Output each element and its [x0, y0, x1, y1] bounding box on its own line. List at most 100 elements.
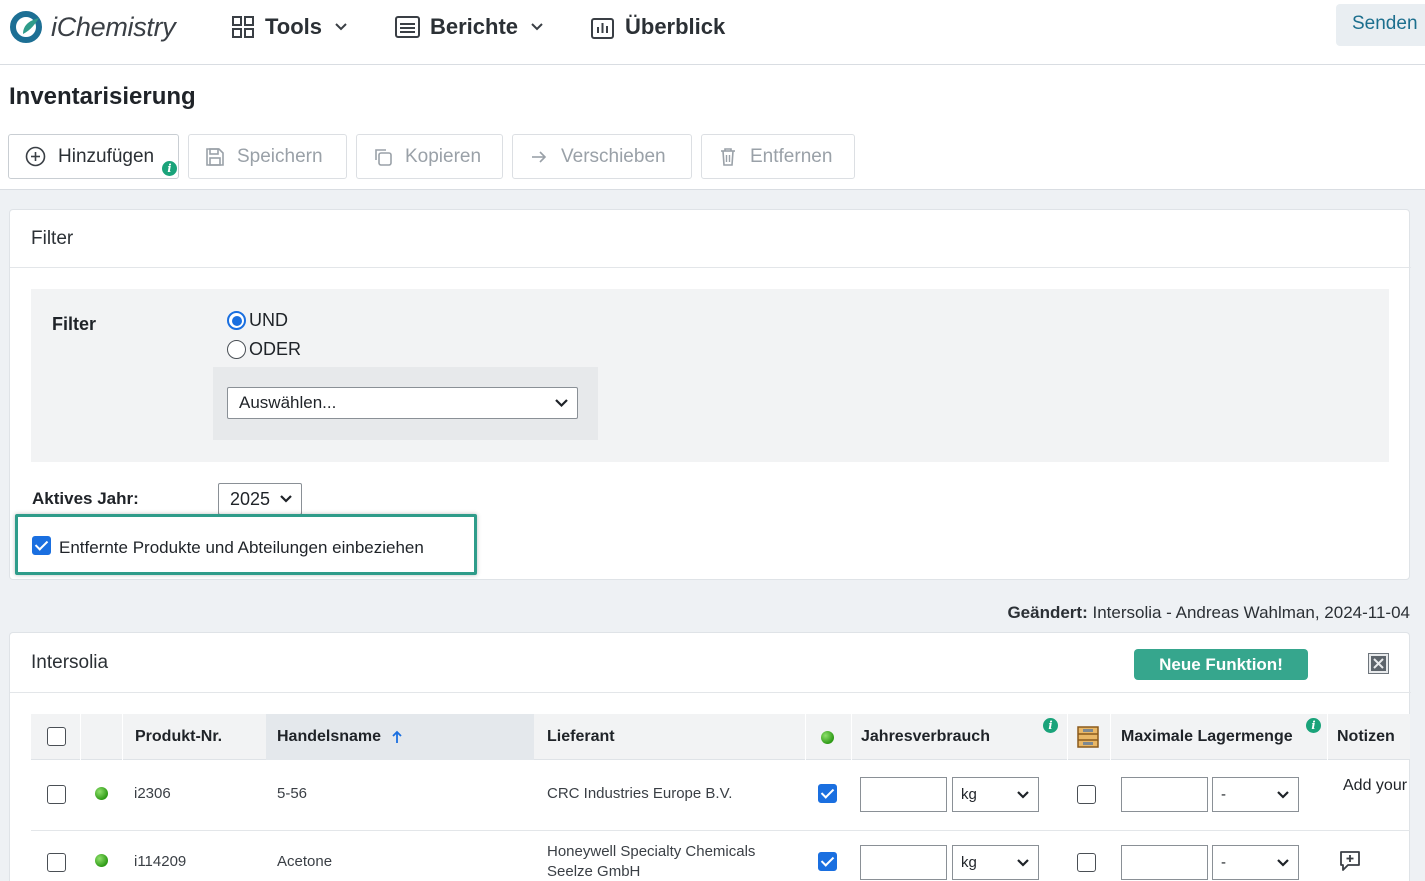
radio-and-label: UND: [249, 310, 288, 330]
annual-use-unit-select[interactable]: kg: [952, 777, 1039, 812]
column-header-product-no[interactable]: Produkt-Nr.: [135, 714, 222, 760]
include-removed-highlight: Entfernte Produkte und Abteilungen einbe…: [15, 514, 477, 575]
supplier-line-2: Seelze GmbH: [547, 863, 641, 880]
info-icon[interactable]: i: [1043, 718, 1058, 733]
top-navbar: iChemistry Tools Berichte Überblick Send…: [0, 0, 1425, 65]
trade-name[interactable]: 5-56: [277, 785, 307, 802]
grid-icon: [232, 16, 254, 38]
column-divider: [1327, 714, 1328, 760]
storage-unit-value: -: [1221, 786, 1226, 803]
note-text[interactable]: Add your: [1343, 777, 1410, 795]
nav-reports[interactable]: Berichte: [395, 12, 554, 42]
status-dot-icon: [821, 731, 834, 744]
copy-button-label: Kopieren: [405, 145, 482, 167]
plus-circle-icon: [25, 146, 46, 167]
radio-or-control[interactable]: [227, 340, 246, 359]
active-checkbox[interactable]: [818, 784, 837, 803]
filter-select-wrapper: Auswählen...: [213, 367, 598, 440]
info-icon[interactable]: i: [1306, 718, 1321, 733]
app-name: iChemistry: [51, 12, 176, 43]
trade-name[interactable]: Acetone: [277, 853, 332, 870]
brand[interactable]: iChemistry: [9, 10, 176, 44]
save-button-label: Speichern: [237, 145, 323, 167]
copy-button[interactable]: Kopieren: [356, 134, 503, 179]
max-storage-unit-select[interactable]: -: [1212, 777, 1299, 812]
column-divider: [1067, 714, 1068, 760]
filter-card-title: Filter: [31, 228, 74, 249]
copy-icon: [375, 148, 392, 166]
last-changed: Geändert: Intersolia - Andreas Wahlman, …: [1007, 603, 1410, 623]
radio-and[interactable]: UND: [227, 310, 288, 331]
row-checkbox[interactable]: [47, 853, 66, 872]
active-checkbox[interactable]: [818, 852, 837, 871]
max-storage-unit-select[interactable]: -: [1212, 845, 1299, 880]
floppy-disk-icon: [206, 147, 224, 166]
storage-checkbox[interactable]: [1077, 785, 1096, 804]
table-header: Produkt-Nr. Handelsname Lieferant Jahres…: [31, 714, 1410, 760]
storage-unit-value: -: [1221, 854, 1226, 871]
column-divider: [1110, 714, 1111, 760]
table-row[interactable]: i2306 5-56 CRC Industries Europe B.V. kg…: [31, 760, 1410, 831]
add-button[interactable]: Hinzufügen i: [8, 134, 179, 179]
ichemistry-logo-icon: [10, 11, 42, 43]
max-storage-input[interactable]: [1121, 777, 1208, 812]
column-header-supplier[interactable]: Lieferant: [547, 714, 615, 760]
status-dot-icon: [95, 787, 108, 800]
row-checkbox[interactable]: [47, 785, 66, 804]
send-button[interactable]: Senden: [1336, 4, 1425, 46]
trade-name-header-label: Handelsname: [277, 728, 382, 745]
active-year-select[interactable]: 2025: [218, 483, 302, 515]
page-title: Inventarisierung: [9, 83, 196, 110]
add-note-icon[interactable]: [1338, 849, 1362, 873]
chevron-down-icon: [1277, 859, 1289, 867]
bar-chart-icon: [591, 17, 614, 39]
last-changed-label: Geändert:: [1007, 603, 1088, 622]
nav-overview[interactable]: Überblick: [590, 12, 725, 42]
storage-shelf-icon: [1077, 726, 1099, 748]
nav-tools-label: Tools: [265, 14, 323, 39]
chevron-down-icon: [1017, 859, 1029, 867]
excel-export-icon[interactable]: [1368, 653, 1389, 674]
info-icon[interactable]: i: [162, 161, 177, 176]
column-header-trade-name[interactable]: Handelsname: [266, 714, 534, 760]
unit-value: kg: [961, 854, 977, 871]
new-feature-button[interactable]: Neue Funktion!: [1134, 649, 1308, 680]
storage-checkbox[interactable]: [1077, 853, 1096, 872]
product-no: i114209: [134, 853, 187, 870]
max-storage-input[interactable]: [1121, 845, 1208, 880]
card-divider: [10, 692, 1411, 693]
radio-or-label: ODER: [249, 339, 302, 359]
filter-box: Filter UND ODER Auswählen...: [31, 289, 1389, 462]
nav-overview-label: Überblick: [625, 14, 726, 39]
chevron-down-icon: [531, 23, 543, 31]
nav-reports-label: Berichte: [430, 14, 519, 39]
column-header-max-storage[interactable]: Maximale Lagermenge: [1121, 714, 1293, 760]
select-all-checkbox[interactable]: [47, 727, 66, 746]
nav-tools[interactable]: Tools: [231, 12, 358, 42]
column-divider: [805, 714, 806, 760]
table-row[interactable]: i114209 Acetone Honeywell Specialty Chem…: [31, 831, 1410, 881]
supplier: CRC Industries Europe B.V.: [547, 785, 733, 802]
radio-or[interactable]: ODER: [227, 339, 301, 360]
unit-value: kg: [961, 786, 977, 803]
active-year-value: 2025: [230, 488, 271, 509]
include-removed-label: Entfernte Produkte und Abteilungen einbe…: [59, 538, 424, 557]
chevron-down-icon: [280, 495, 292, 503]
supplier: Honeywell Specialty Chemicals: [547, 843, 756, 860]
include-removed-checkbox[interactable]: [32, 536, 51, 555]
save-button[interactable]: Speichern: [188, 134, 347, 179]
remove-button-label: Entfernen: [750, 145, 833, 167]
chevron-down-icon: [335, 23, 347, 31]
annual-use-input[interactable]: [860, 777, 947, 812]
annual-use-input[interactable]: [860, 845, 947, 880]
filter-select[interactable]: Auswählen...: [227, 387, 578, 419]
radio-and-control[interactable]: [227, 311, 246, 330]
filter-label: Filter: [52, 314, 97, 334]
column-header-notes[interactable]: Notizen: [1337, 714, 1395, 760]
remove-button[interactable]: Entfernen: [701, 134, 855, 179]
annual-use-unit-select[interactable]: kg: [952, 845, 1039, 880]
column-header-annual-use[interactable]: Jahresverbrauch: [861, 714, 990, 760]
move-button-label: Verschieben: [561, 145, 666, 167]
move-button[interactable]: Verschieben: [512, 134, 692, 179]
card-divider: [10, 267, 1411, 268]
